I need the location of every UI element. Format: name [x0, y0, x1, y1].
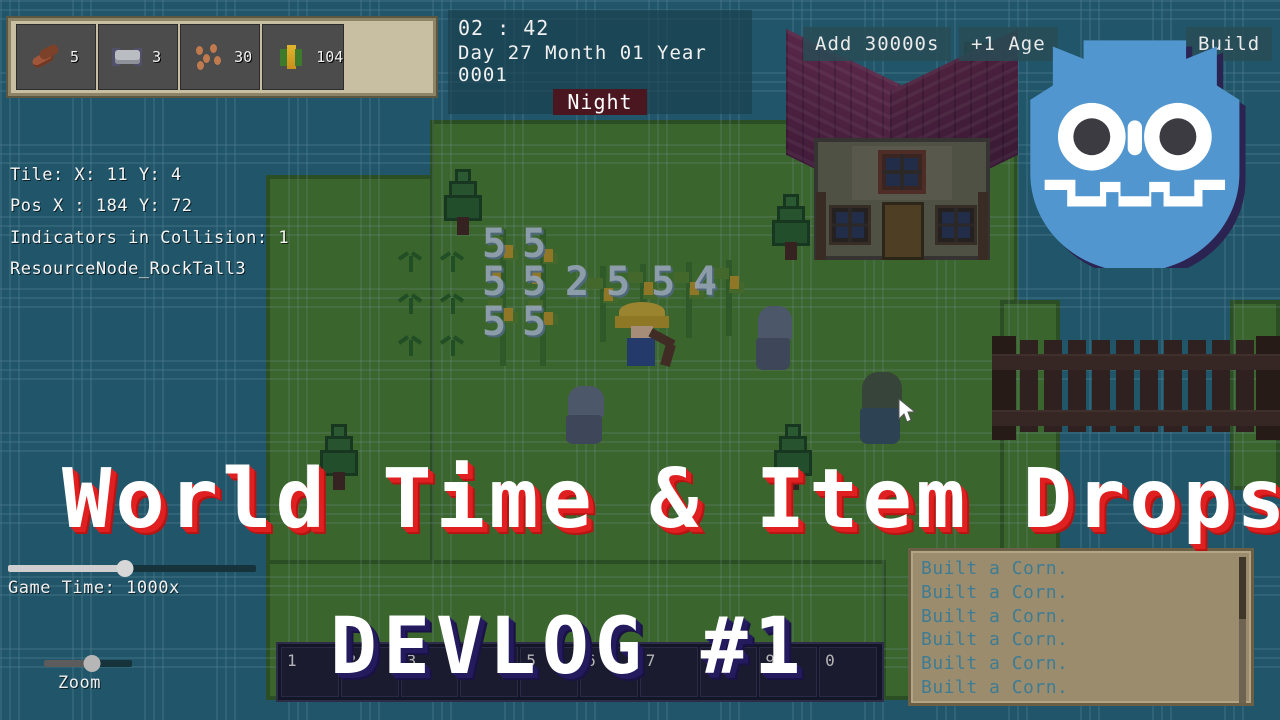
add-time-button[interactable]: Add 30000s	[803, 27, 952, 61]
zoom-label: Zoom	[58, 673, 101, 693]
inventory-count: 104	[316, 48, 344, 66]
debug-hovered-node-name: ResourceNode_RockTall3	[10, 259, 247, 280]
slider-handle[interactable]	[116, 560, 134, 577]
video-title-overlay: World Time & Item Drops	[62, 452, 1280, 547]
inventory-count: 30	[234, 48, 253, 66]
debug-tile-coords: Tile: X: 11 Y: 4	[10, 165, 182, 185]
corn-icon	[276, 44, 306, 70]
calendar-date: Day 27 Month 01 Year 0001	[458, 42, 707, 86]
inventory-bar[interactable]: 5 3 30 104	[8, 18, 436, 96]
log-line: Built a Corn.	[921, 653, 1069, 674]
video-subtitle-overlay: DEVLOG #1	[330, 602, 807, 692]
inventory-slot-empty[interactable]	[346, 24, 426, 90]
inventory-count: 5	[70, 48, 80, 66]
log-line: Built a Corn.	[921, 629, 1069, 651]
clock-time: 02 : 42	[458, 16, 550, 40]
scrollbar-thumb[interactable]	[1239, 557, 1246, 619]
slider-handle[interactable]	[83, 655, 101, 672]
log-line: Built a Corn.	[921, 558, 1069, 579]
debug-pos-coords: Pos X : 184 Y: 72	[10, 196, 193, 217]
mouse-cursor-icon	[898, 398, 917, 423]
log-line: Built a Corn.	[921, 605, 1069, 627]
slider-fill	[8, 565, 125, 572]
game-time-label: Game Time: 1000x	[8, 578, 180, 598]
game-time-slider[interactable]: Game Time: 1000x	[8, 560, 256, 598]
day-phase-badge: Night	[553, 89, 647, 115]
stone-ore-icon	[112, 44, 143, 70]
debug-readout: Tile: X: 11 Y: 4 Pos X : 184 Y: 72 Indic…	[10, 160, 289, 286]
log-scrollbar[interactable]	[1239, 557, 1246, 703]
inventory-count: 3	[152, 48, 162, 66]
log-line: Built a Corn.	[921, 676, 1069, 698]
zoom-slider[interactable]: Zoom	[44, 655, 132, 693]
hotbar-slot[interactable]: 0	[819, 647, 877, 697]
hotbar-slot-number: 0	[825, 651, 835, 670]
seeds-icon	[194, 44, 224, 70]
hotbar-slot-number: 1	[287, 651, 297, 670]
inventory-slot-stone[interactable]: 3	[98, 24, 179, 90]
inventory-slot-corn[interactable]: 104	[262, 24, 345, 90]
godot-robot-icon	[1030, 40, 1246, 268]
wood-log-icon	[30, 42, 61, 70]
message-log-panel[interactable]: Built a Corn. Built a Corn. Built a Corn. B…	[908, 548, 1254, 706]
slider-track[interactable]	[44, 655, 132, 672]
slider-track[interactable]	[8, 560, 256, 577]
log-line: Built a Corn.	[921, 581, 1069, 603]
inventory-slot-wood[interactable]: 5	[16, 24, 97, 90]
inventory-slot-seeds[interactable]: 30	[180, 24, 261, 90]
world-time-panel: 02 : 42 Day 27 Month 01 Year 0001 Night	[448, 10, 752, 115]
debug-indicator-count: Indicators in Collision: 1	[10, 227, 290, 248]
